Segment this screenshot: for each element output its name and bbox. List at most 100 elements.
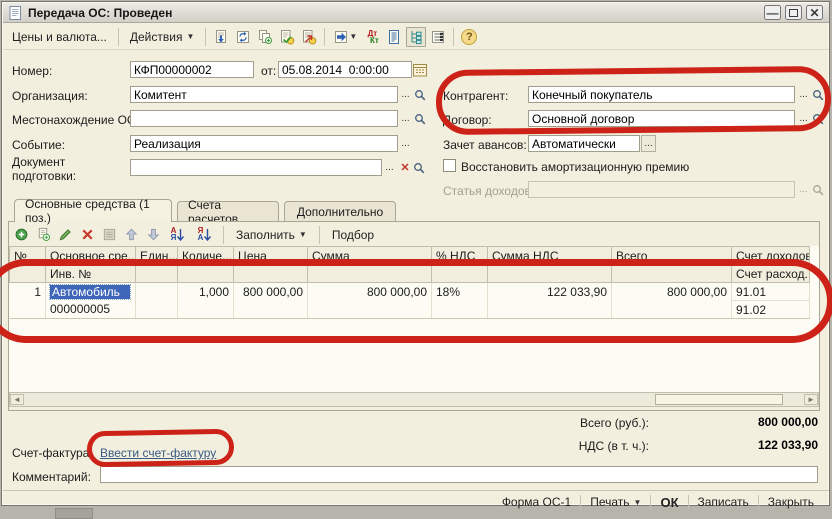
selected-cell[interactable]: Автомобиль — [50, 285, 130, 299]
prep-doc-ellipsis-button[interactable]: ... — [382, 159, 397, 176]
actions-label: Действия — [130, 30, 183, 44]
col-total[interactable]: Всего — [612, 247, 732, 265]
add-icon[interactable] — [12, 226, 31, 244]
scroll-left-icon[interactable]: ◄ — [10, 394, 24, 405]
income-item-field[interactable] — [528, 181, 795, 198]
print-menu-button[interactable]: Печать ▼ — [583, 493, 648, 511]
magnifier-icon[interactable] — [812, 181, 827, 198]
col-sum[interactable]: Сумма — [308, 247, 432, 265]
grid-header-row[interactable]: № Основное сре... Един... Количе... Цена… — [10, 247, 810, 265]
copy-icon[interactable] — [255, 27, 275, 47]
cell-sum[interactable]: 800 000,00 — [308, 283, 432, 301]
sort-desc-icon[interactable]: ЯА — [193, 226, 217, 244]
number-field[interactable] — [130, 61, 254, 78]
unpost-icon[interactable] — [299, 27, 319, 47]
pick-button[interactable]: Подбор — [326, 225, 380, 245]
table-row[interactable]: 000000005 91.02 — [10, 301, 810, 319]
actions-menu-button[interactable]: Действия ▼ — [124, 27, 201, 47]
col-num[interactable]: № — [10, 247, 46, 265]
move-up-icon[interactable] — [122, 226, 141, 244]
calendar-icon[interactable] — [413, 61, 428, 78]
copy-row-icon[interactable] — [34, 226, 53, 244]
cell-vat-rate[interactable]: 18% — [432, 283, 488, 301]
save-button[interactable]: Записать — [691, 493, 756, 511]
post-icon[interactable] — [277, 27, 297, 47]
form-os1-button[interactable]: Форма ОС-1 — [495, 493, 578, 511]
col-unit[interactable]: Един... — [136, 247, 178, 265]
ok-button[interactable]: ОК — [653, 493, 685, 512]
col-vat-sum[interactable]: Сумма НДС — [488, 247, 612, 265]
save-icon[interactable] — [211, 27, 231, 47]
col-vat-rate[interactable]: % НДС — [432, 247, 488, 265]
event-field[interactable] — [130, 135, 398, 152]
assets-grid[interactable]: № Основное сре... Един... Количе... Цена… — [9, 246, 819, 392]
close-button[interactable]: ✕ — [806, 5, 823, 20]
footer-separator — [580, 495, 581, 509]
help-icon[interactable]: ? — [459, 27, 479, 47]
list-settings-icon[interactable] — [428, 27, 448, 47]
toolbar-separator — [319, 226, 320, 244]
organization-field[interactable] — [130, 86, 398, 103]
magnifier-icon[interactable] — [414, 110, 429, 127]
cell-expense-account[interactable]: 91.02 — [732, 301, 810, 319]
tab-settlement-accounts[interactable]: Счета расчетов — [177, 201, 279, 222]
location-field[interactable] — [130, 110, 398, 127]
tab-fixed-assets[interactable]: Основные средства (1 поз.) — [14, 199, 172, 222]
col-asset[interactable]: Основное сре... — [46, 247, 136, 265]
end-edit-icon[interactable] — [100, 226, 119, 244]
maximize-button[interactable] — [785, 5, 802, 20]
delete-icon[interactable] — [78, 226, 97, 244]
cell-inventory-no[interactable]: 000000005 — [46, 301, 136, 319]
advance-field[interactable] — [528, 135, 640, 152]
contractor-field[interactable] — [528, 86, 795, 103]
cell-price[interactable]: 800 000,00 — [234, 283, 308, 301]
prep-doc-field[interactable] — [130, 159, 382, 176]
dtkt-icon[interactable]: ДтКт — [362, 27, 382, 47]
sort-asc-icon[interactable]: АЯ — [166, 226, 190, 244]
magnifier-icon[interactable] — [812, 110, 827, 127]
magnifier-icon[interactable] — [812, 86, 827, 103]
cell-num[interactable]: 1 — [10, 283, 46, 301]
col-qty[interactable]: Количе... — [178, 247, 234, 265]
cell-unit[interactable] — [136, 283, 178, 301]
magnifier-icon[interactable] — [414, 86, 429, 103]
close-form-button[interactable]: Закрыть — [761, 493, 821, 511]
restore-bonus-checkbox[interactable] — [443, 159, 456, 172]
move-down-icon[interactable] — [144, 226, 163, 244]
date-field[interactable] — [278, 61, 412, 78]
cell-qty[interactable]: 1,000 — [178, 283, 234, 301]
grid-horizontal-scrollbar[interactable]: ◄ ► — [9, 392, 819, 407]
fill-menu-button[interactable]: Заполнить ▼ — [230, 225, 313, 245]
cell-vat-sum[interactable]: 122 033,90 — [488, 283, 612, 301]
contractor-ellipsis-button[interactable]: ... — [796, 86, 811, 103]
income-item-ellipsis-button[interactable]: ... — [796, 181, 811, 198]
tab-additional[interactable]: Дополнительно — [284, 201, 396, 222]
minimize-button[interactable]: — — [764, 5, 781, 20]
enter-invoice-link[interactable]: Ввести счет-фактуру — [100, 446, 216, 460]
cell-asset[interactable]: Автомобиль — [46, 283, 136, 301]
col-income-account[interactable]: Счет доходов — [732, 247, 810, 265]
location-ellipsis-button[interactable]: ... — [398, 110, 413, 127]
scroll-right-icon[interactable]: ► — [804, 394, 818, 405]
clear-icon[interactable]: ✕ — [398, 159, 412, 176]
edit-icon[interactable] — [56, 226, 75, 244]
contract-ellipsis-button[interactable]: ... — [796, 110, 811, 127]
total-value: 800 000,00 — [690, 415, 818, 429]
goto-icon[interactable]: ▼ — [330, 27, 360, 47]
prices-currency-button[interactable]: Цены и валюта... — [6, 27, 113, 47]
cell-total[interactable]: 800 000,00 — [612, 283, 732, 301]
magnifier-icon[interactable] — [413, 159, 428, 176]
cell-income-account[interactable]: 91.01 — [732, 283, 810, 301]
comment-field[interactable] — [100, 466, 818, 483]
table-row[interactable]: 1 Автомобиль 1,000 800 000,00 800 000,00… — [10, 283, 810, 301]
col-price[interactable]: Цена — [234, 247, 308, 265]
organization-ellipsis-button[interactable]: ... — [398, 86, 413, 103]
advance-ellipsis-button[interactable]: ... — [641, 135, 656, 152]
reread-icon[interactable] — [233, 27, 253, 47]
scrollbar-thumb[interactable] — [655, 394, 783, 405]
contract-field[interactable] — [528, 110, 795, 127]
event-ellipsis-button[interactable]: ... — [398, 135, 413, 152]
journal-icon[interactable] — [384, 27, 404, 47]
structure-icon[interactable] — [406, 27, 426, 47]
window-title: Передача ОС: Проведен — [28, 6, 172, 20]
